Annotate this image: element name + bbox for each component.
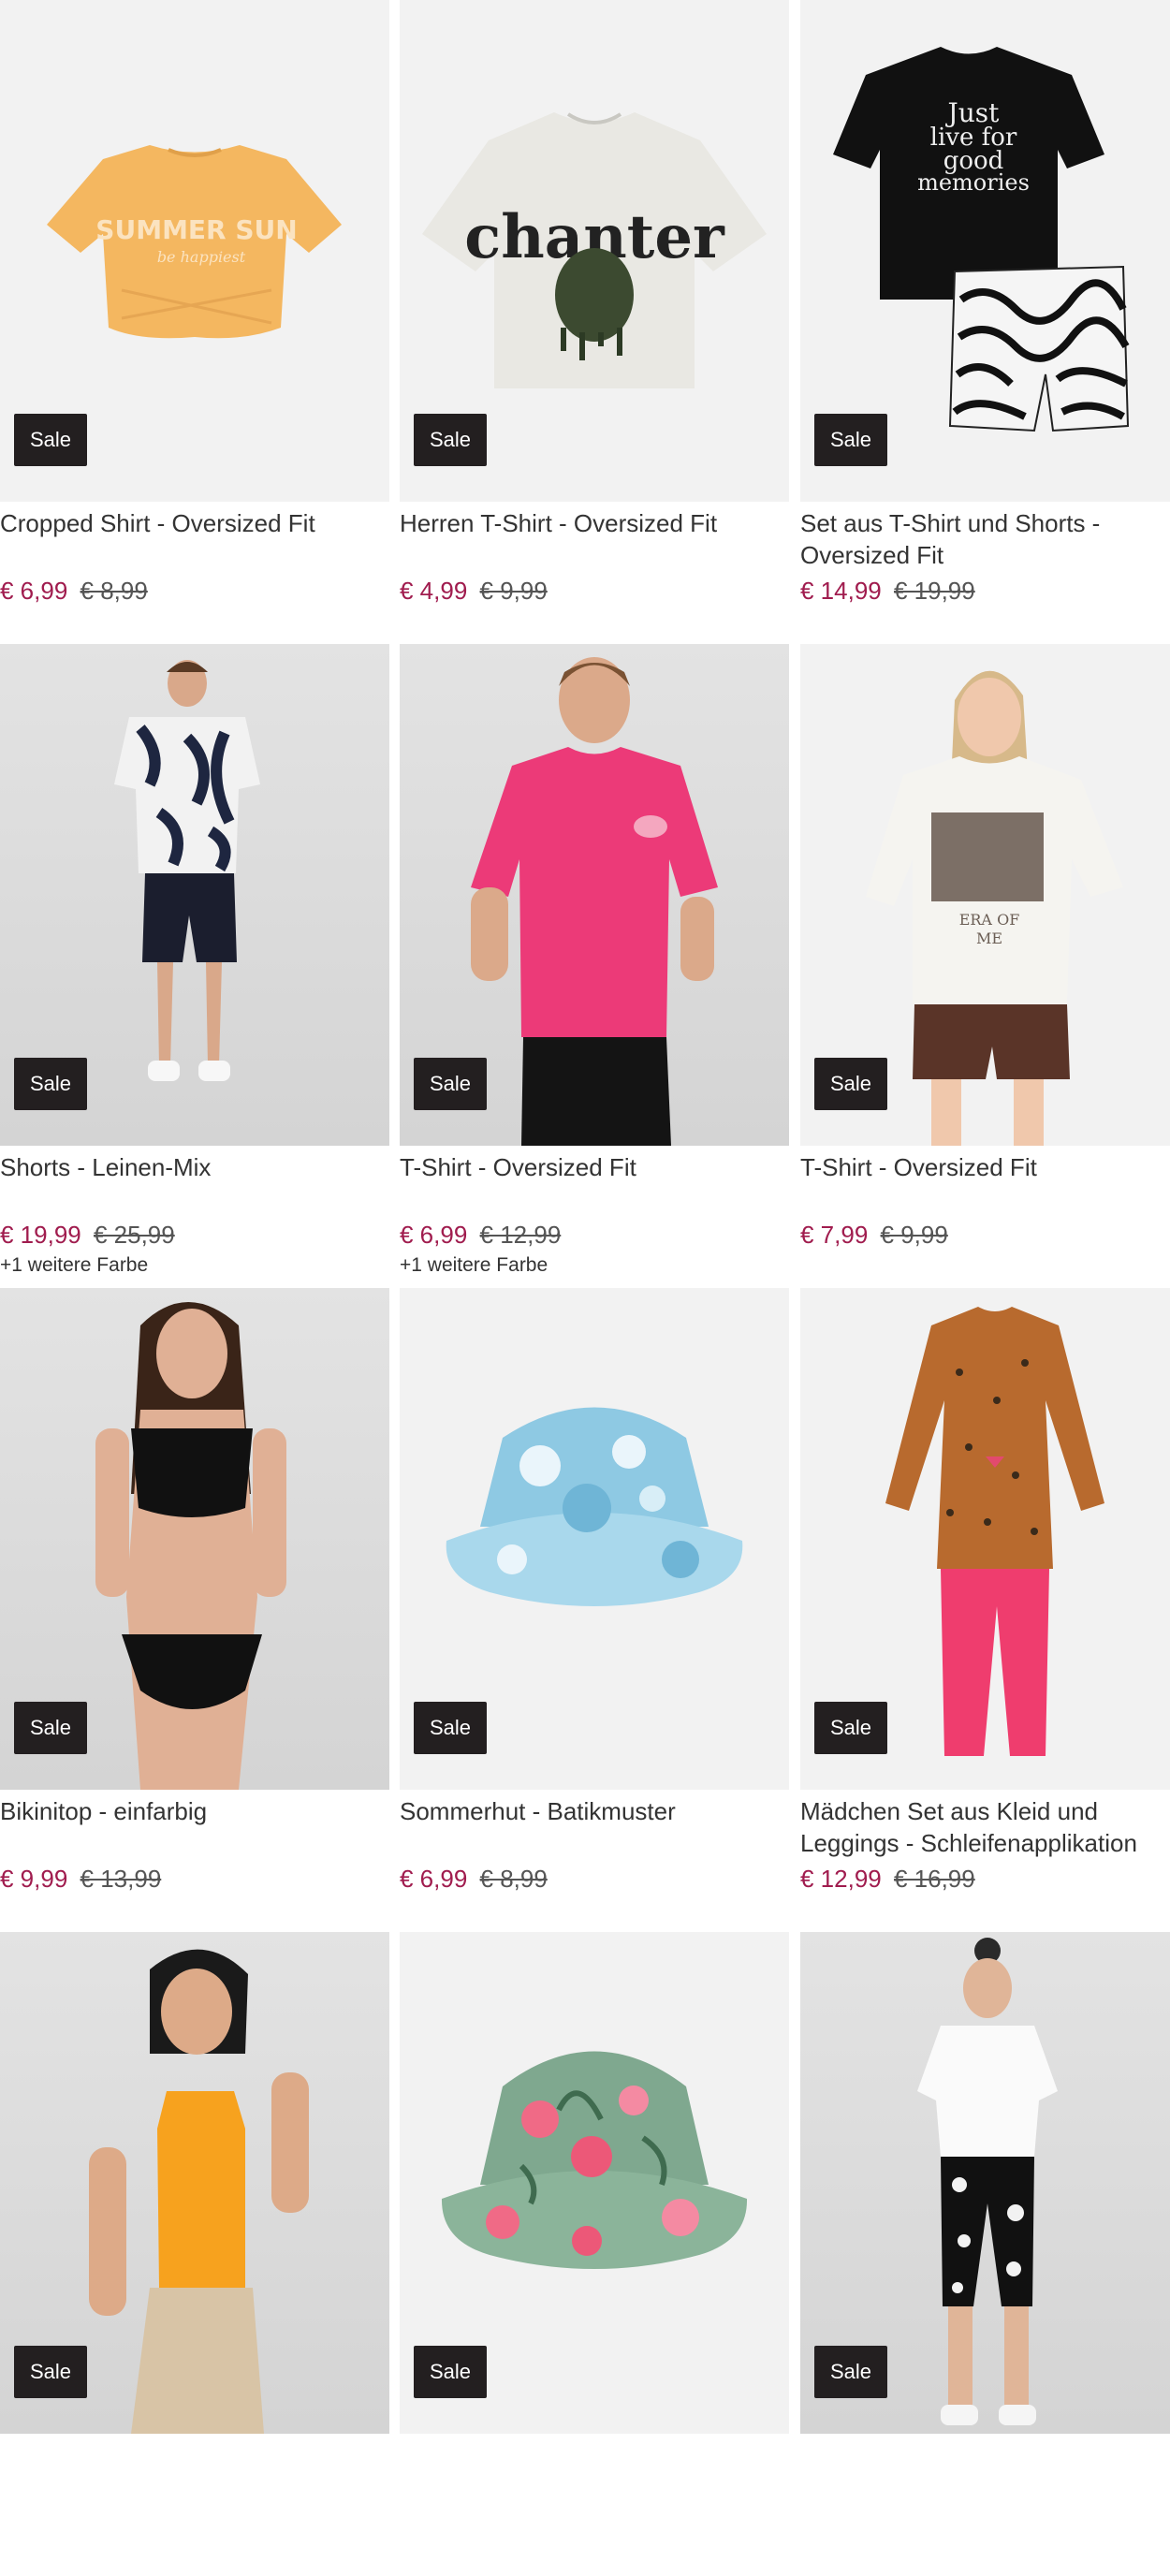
sale-price: € 4,99 <box>400 577 468 605</box>
sale-price: € 9,99 <box>0 1865 68 1893</box>
price-row: € 12,99 € 16,99 <box>800 1863 975 1895</box>
sale-badge: Sale <box>14 1058 87 1110</box>
sale-price: € 6,99 <box>400 1865 468 1893</box>
product-card[interactable]: Sale Sommerhut - Batikmuster € 6,99 € 8,… <box>400 1288 789 1932</box>
price-row: € 14,99 € 19,99 <box>800 575 975 607</box>
svg-text:memories: memories <box>917 169 1030 196</box>
price-row: € 9,99 € 13,99 <box>0 1863 161 1895</box>
product-title[interactable]: Shorts - Leinen-Mix <box>0 1151 386 1183</box>
price-row: € 19,99 € 25,99 <box>0 1219 175 1251</box>
original-price: € 8,99 <box>80 577 148 605</box>
original-price: € 25,99 <box>93 1221 175 1249</box>
product-title[interactable]: T-Shirt - Oversized Fit <box>800 1151 1170 1183</box>
svg-text:ME: ME <box>976 929 1002 947</box>
original-price: € 13,99 <box>80 1865 162 1893</box>
product-card[interactable]: Sale T-Shirt - Oversized Fit € 6,99 € 12… <box>400 644 789 1288</box>
sale-badge: Sale <box>14 414 87 466</box>
price-row: € 7,99 € 9,99 <box>800 1219 948 1251</box>
sale-badge: Sale <box>414 1702 487 1754</box>
product-title[interactable]: Cropped Shirt - Oversized Fit <box>0 507 386 539</box>
sale-badge: Sale <box>814 414 887 466</box>
original-price: € 12,99 <box>479 1221 562 1249</box>
sale-badge: Sale <box>814 1058 887 1110</box>
sale-price: € 12,99 <box>800 1865 882 1893</box>
sale-badge: Sale <box>814 2346 887 2398</box>
product-card[interactable]: ERA OF ME Sale T-Shirt - Oversized Fit €… <box>800 644 1170 1288</box>
price-row: € 6,99 € 8,99 <box>400 1863 548 1895</box>
product-card[interactable]: Sale <box>800 1932 1170 2576</box>
product-card[interactable]: Sale Shorts - Leinen-Mix € 19,99 € 25,99… <box>0 644 389 1288</box>
product-card[interactable]: chanter Sale Herren T-Shirt - Oversized … <box>400 0 789 644</box>
sale-price: € 6,99 <box>0 577 68 605</box>
sale-price: € 19,99 <box>0 1221 81 1249</box>
product-title[interactable]: Set aus T-Shirt und Shorts - Oversized F… <box>800 507 1170 571</box>
price-row: € 6,99 € 12,99 <box>400 1219 561 1251</box>
original-price: € 9,99 <box>880 1221 948 1249</box>
product-card[interactable]: SUMMER SUN be happiest Sale Cropped Shir… <box>0 0 389 644</box>
product-title[interactable]: T-Shirt - Oversized Fit <box>400 1151 785 1183</box>
svg-text:SUMMER SUN: SUMMER SUN <box>95 214 297 245</box>
product-grid: SUMMER SUN be happiest Sale Cropped Shir… <box>0 0 1170 2434</box>
sale-badge: Sale <box>414 414 487 466</box>
price-row: € 4,99 € 9,99 <box>400 575 548 607</box>
original-price: € 8,99 <box>479 1865 548 1893</box>
sale-badge: Sale <box>414 1058 487 1110</box>
price-row: € 6,99 € 8,99 <box>0 575 148 607</box>
svg-text:ERA OF: ERA OF <box>959 911 1020 929</box>
more-colors-note[interactable]: +1 weitere Farbe <box>0 1254 148 1277</box>
sale-badge: Sale <box>14 1702 87 1754</box>
product-title[interactable]: Herren T-Shirt - Oversized Fit <box>400 507 785 539</box>
more-colors-note[interactable]: +1 weitere Farbe <box>400 1254 548 1277</box>
product-card[interactable]: Just live for good memories Sale Set aus… <box>800 0 1170 644</box>
product-card[interactable]: Sale Bikinitop - einfarbig € 9,99 € 13,9… <box>0 1288 389 1932</box>
original-price: € 19,99 <box>893 577 975 605</box>
sale-badge: Sale <box>414 2346 487 2398</box>
product-card[interactable]: Sale <box>400 1932 789 2576</box>
product-card[interactable]: Sale Mädchen Set aus Kleid und Leggings … <box>800 1288 1170 1932</box>
product-card[interactable]: Sale <box>0 1932 389 2576</box>
product-title[interactable]: Sommerhut - Batikmuster <box>400 1795 785 1827</box>
product-title[interactable]: Mädchen Set aus Kleid und Leggings - Sch… <box>800 1795 1170 1859</box>
sale-price: € 6,99 <box>400 1221 468 1249</box>
svg-text:be happiest: be happiest <box>157 248 246 266</box>
sale-badge: Sale <box>14 2346 87 2398</box>
sale-price: € 7,99 <box>800 1221 869 1249</box>
product-title[interactable]: Bikinitop - einfarbig <box>0 1795 386 1827</box>
original-price: € 16,99 <box>893 1865 975 1893</box>
sale-price: € 14,99 <box>800 577 882 605</box>
original-price: € 9,99 <box>479 577 548 605</box>
sale-badge: Sale <box>814 1702 887 1754</box>
